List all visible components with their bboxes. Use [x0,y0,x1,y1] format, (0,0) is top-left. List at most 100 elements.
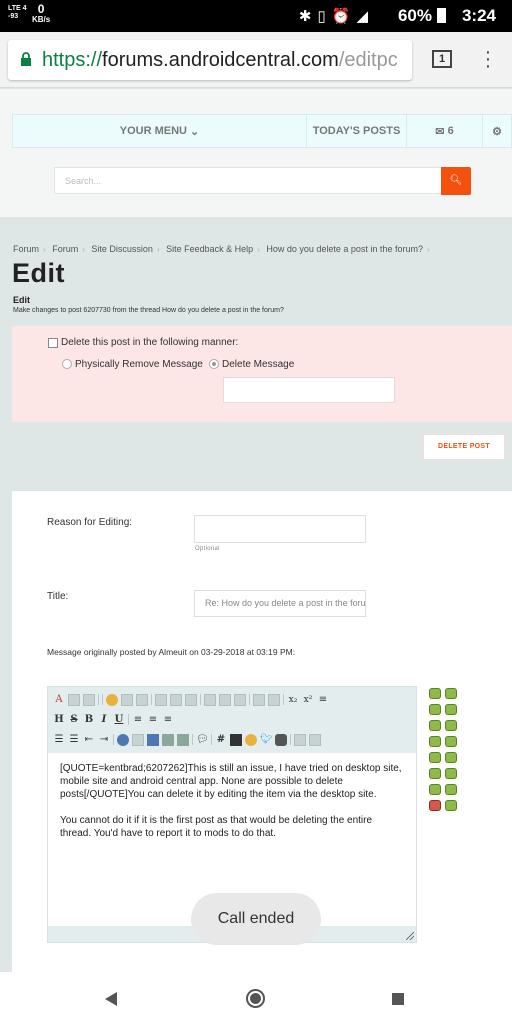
message-textarea[interactable]: [QUOTE=kentbrad;6207262]This is still an… [60,762,405,840]
bluetooth-icon: ✱ [298,8,318,25]
table-icon[interactable] [155,693,167,706]
delete-post-checkbox[interactable] [48,338,58,348]
back-icon[interactable] [105,992,117,1006]
quote-icon[interactable]: 💬︎ [196,734,209,746]
divider [283,694,284,705]
overflow-menu-icon[interactable]: · · · [482,42,494,76]
smiley-icon[interactable] [429,704,441,715]
video-icon[interactable] [177,733,189,746]
lock-icon [21,52,31,66]
align-center-icon[interactable]: ≡ [147,714,159,726]
unordered-list-icon[interactable]: ☰ [68,734,80,746]
smiley-icon[interactable] [429,768,441,779]
code-icon[interactable] [230,733,242,746]
smiley-icon[interactable] [445,800,457,811]
table-row-icon[interactable] [170,693,182,706]
italic-icon[interactable]: I [98,714,110,726]
smiley-icon[interactable] [429,688,441,699]
redo-icon[interactable] [136,693,148,706]
smiley-icon[interactable] [445,720,457,731]
heading-icon[interactable]: H [53,714,65,726]
title-label: Title: [47,591,69,602]
delete-post-button[interactable]: DELETE POST [423,434,505,460]
indent-icon[interactable]: ⇥ [98,734,110,746]
outdent-icon[interactable]: ⇤ [83,734,95,746]
paste-word-icon[interactable] [268,693,280,706]
home-icon[interactable] [246,989,265,1008]
settings-button[interactable]: ⚙ [483,115,511,147]
search-button[interactable]: 🔍︎ [441,167,471,195]
smiley-icon[interactable] [429,736,441,747]
physically-remove-label: Physically Remove Message [75,359,203,370]
data-rate: 0 KB/s [32,2,51,24]
messages-button[interactable]: ✉ 6 [407,115,483,147]
smiley-icon[interactable] [429,784,441,795]
twitter-icon[interactable]: 🐦︎ [260,734,273,746]
delete-message-radio[interactable] [209,359,219,369]
smiley-icon[interactable] [429,752,441,763]
page-description: Make changes to post 6207730 from the th… [13,307,284,314]
table-col-icon[interactable] [185,693,197,706]
font-icon[interactable]: A [53,694,65,706]
site-header [0,89,512,217]
bold-icon[interactable]: B [83,714,95,726]
copy-icon[interactable] [219,693,231,706]
color-icon[interactable] [83,693,95,706]
align-right-icon[interactable]: ≡ [162,714,174,726]
underline-icon[interactable]: U [113,714,125,726]
recents-icon[interactable] [392,993,404,1005]
breadcrumb-item[interactable]: Forum [13,244,39,254]
remove-format-icon[interactable]: ≡ [317,694,329,706]
search-input[interactable]: Search... [54,167,442,194]
your-menu-button[interactable]: YOUR MENU ⌄ [13,115,307,147]
hashtag-icon[interactable]: # [215,734,227,746]
php-icon[interactable] [245,733,257,746]
image-icon[interactable] [162,733,174,746]
undo-icon[interactable] [121,693,133,706]
breadcrumb-item[interactable]: How do you delete a post in the forum? [266,244,423,254]
delete-post-label: Delete this post in the following manner… [61,337,239,348]
size-icon[interactable] [68,693,80,706]
spoiler-icon[interactable] [294,733,306,746]
smiley-icon[interactable] [445,736,457,747]
ordered-list-icon[interactable]: ☰ [53,734,65,746]
resize-handle-icon[interactable] [406,932,414,940]
link-icon[interactable] [117,733,129,746]
strikethrough-icon[interactable]: S [68,714,80,726]
divider [290,734,291,745]
reason-label: Reason for Editing: [47,517,133,528]
smiley-icon[interactable] [429,720,441,731]
subscript-icon[interactable]: x₂ [287,694,299,706]
delete-reason-input[interactable] [223,377,395,403]
smiley-icon[interactable] [106,693,118,706]
breadcrumb-item[interactable]: Site Discussion [91,244,153,254]
paste-icon[interactable] [234,693,246,706]
smiley-icon[interactable] [445,768,457,779]
reason-input[interactable] [194,515,366,543]
align-left-icon[interactable]: ≡ [132,714,144,726]
superscript-icon[interactable]: x² [302,694,314,706]
divider [113,734,114,745]
unlink-icon[interactable] [132,733,144,746]
tab-switcher-button[interactable]: 1 [432,50,452,68]
smiley-icon[interactable] [429,800,441,811]
toggle-mode-icon[interactable] [309,733,321,746]
address-bar[interactable]: https://forums.androidcentral.com/editpc [8,40,412,80]
title-input[interactable]: Re: How do you delete a post in the foru… [194,590,366,617]
paste-text-icon[interactable] [253,693,265,706]
status-bar: LTE 4 -93 0 KB/s ✱▯⏰◢ 60% 3:24 [0,0,512,32]
smiley-icon[interactable] [445,784,457,795]
instagram-icon[interactable] [275,733,287,746]
smiley-icon[interactable] [445,752,457,763]
divider [98,694,99,705]
breadcrumb-item[interactable]: Site Feedback & Help [166,244,253,254]
smiley-icon[interactable] [445,704,457,715]
cut-icon[interactable] [204,693,216,706]
physically-remove-radio[interactable] [62,359,72,369]
breadcrumb-item[interactable]: Forum [52,244,78,254]
smiley-icon[interactable] [445,688,457,699]
email-icon[interactable] [147,733,159,746]
vibrate-icon: ▯ [317,8,332,25]
todays-posts-link[interactable]: TODAY'S POSTS [307,115,407,147]
divider [151,694,152,705]
